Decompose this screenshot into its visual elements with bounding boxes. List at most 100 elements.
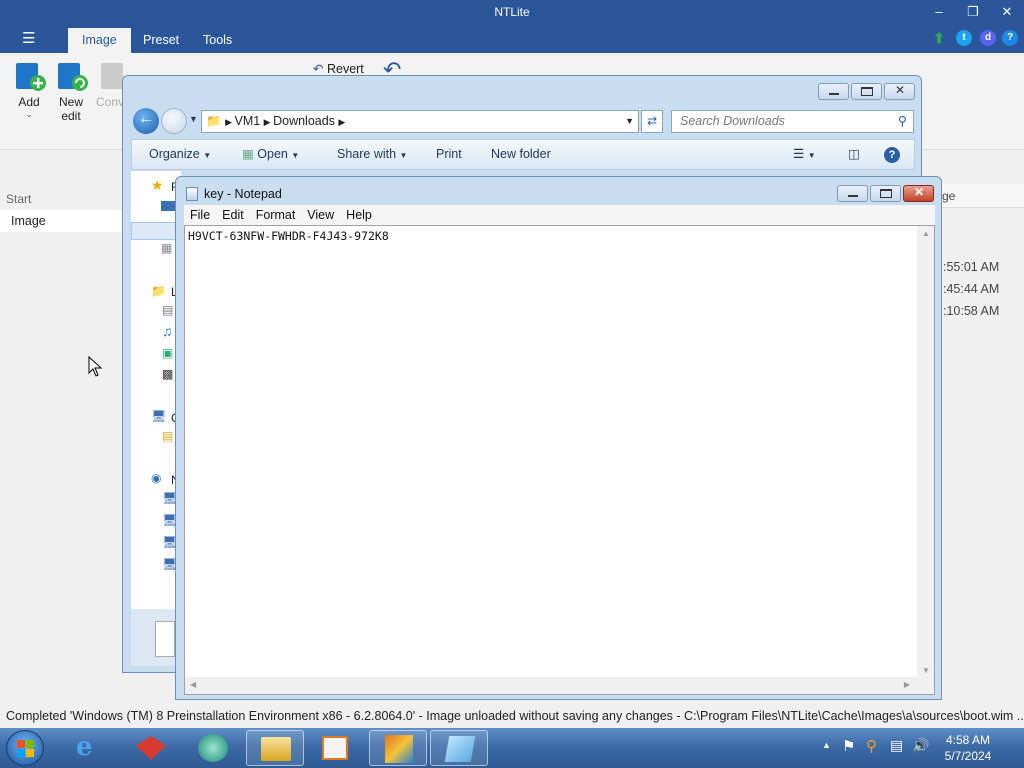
time-cell: :45:44 AM xyxy=(943,282,1000,296)
libraries-icon[interactable]: 📁 xyxy=(151,284,166,298)
explorer-close-button[interactable]: ✕ xyxy=(884,83,915,100)
tab-tools[interactable]: Tools xyxy=(189,28,246,53)
notepad-close-button[interactable]: ✕ xyxy=(903,185,934,202)
address-dropdown-icon[interactable]: ▼ xyxy=(625,111,634,132)
drive-icon[interactable]: ▤ xyxy=(162,429,173,443)
pictures-icon[interactable]: ▣ xyxy=(162,346,173,360)
menu-view[interactable]: View xyxy=(301,205,340,225)
organize-button[interactable]: Organize ▼ xyxy=(149,140,211,169)
scroll-down-icon[interactable]: ▼ xyxy=(922,666,930,675)
network-icon[interactable]: ◉ xyxy=(151,471,161,485)
ntlite-icon xyxy=(385,735,413,763)
taskbar-media-player[interactable] xyxy=(306,730,364,766)
notepad-window: key - Notepad ✕ File Edit Format View He… xyxy=(175,176,942,700)
recent-places-icon[interactable]: ▦ xyxy=(161,241,172,255)
volume-icon[interactable]: 🔊 xyxy=(912,737,929,754)
ntlite-left-panel: Start Image xyxy=(0,150,122,705)
desktop-icon[interactable] xyxy=(161,201,175,211)
breadcrumb-vm1[interactable]: VM1 xyxy=(234,114,260,128)
share-with-button[interactable]: Share with ▼ xyxy=(337,140,407,169)
recent-dropdown-icon[interactable]: ▼ xyxy=(189,114,198,124)
new-edit-button[interactable]: New edit xyxy=(51,61,91,123)
computer-icon[interactable]: 🖥 xyxy=(151,409,166,423)
new-folder-button[interactable]: New folder xyxy=(491,140,551,169)
taskbar-notepad[interactable] xyxy=(430,730,488,766)
action-center-flag-icon[interactable]: ⚑ xyxy=(842,737,855,755)
notepad-maximize-button[interactable] xyxy=(870,185,901,202)
help-icon[interactable]: ? xyxy=(1002,30,1018,46)
notepad-text-area[interactable]: H9VCT-63NFW-FWHDR-F4J43-972K8 ▲ ▼ ◀ ▶ xyxy=(184,225,935,695)
open-button[interactable]: ▦ Open ▼ xyxy=(242,140,299,169)
convert-icon xyxy=(95,61,125,91)
taskbar-ntlite[interactable] xyxy=(369,730,427,766)
menu-help[interactable]: Help xyxy=(340,205,378,225)
explorer-maximize-button[interactable] xyxy=(851,83,882,100)
back-button[interactable]: ← xyxy=(133,108,159,134)
print-button[interactable]: Print xyxy=(436,140,462,169)
green-app-icon xyxy=(198,734,228,762)
taskbar-internet-explorer[interactable]: e xyxy=(62,730,120,766)
notepad-content[interactable]: H9VCT-63NFW-FWHDR-F4J43-972K8 xyxy=(188,229,389,243)
explorer-minimize-button[interactable] xyxy=(818,83,849,100)
clock[interactable]: 4:58 AM 5/7/2024 xyxy=(936,732,1000,764)
folder-icon xyxy=(261,737,291,761)
twitter-icon[interactable]: t xyxy=(956,30,972,46)
favorites-star-icon[interactable]: ★ xyxy=(151,177,164,194)
nav-item-selected[interactable] xyxy=(131,222,181,240)
restore-button[interactable]: ❐ xyxy=(956,0,990,24)
add-button[interactable]: Add ⌄ xyxy=(9,61,49,120)
status-bar: Completed 'Windows (TM) 8 Preinstallatio… xyxy=(0,705,1024,727)
taskbar-app-green[interactable] xyxy=(184,730,242,766)
add-image-icon xyxy=(14,61,46,91)
minimize-button[interactable]: – xyxy=(922,0,956,24)
hamburger-menu-icon[interactable]: ☰ xyxy=(22,29,35,47)
time-cell: :55:01 AM xyxy=(943,260,1000,274)
menu-edit[interactable]: Edit xyxy=(216,205,250,225)
close-icon: ✕ xyxy=(914,185,925,199)
folder-icon: 📁 xyxy=(206,114,222,128)
ntlite-titlebar: NTLite – ❐ ✕ xyxy=(0,0,1024,24)
update-arrow-icon[interactable]: ⬆ xyxy=(931,30,947,46)
details-view-icon: ☰ xyxy=(793,147,805,161)
taskbar-app-red[interactable] xyxy=(122,730,180,766)
revert-button[interactable]: ↶ Revert xyxy=(313,61,364,76)
search-input[interactable]: Search Downloads ⚲ xyxy=(671,110,914,133)
menu-file[interactable]: File xyxy=(184,205,216,225)
refresh-button[interactable]: ⇄ xyxy=(641,110,663,133)
taskbar-explorer[interactable] xyxy=(246,730,304,766)
search-tray-icon[interactable]: ⚲ xyxy=(866,737,877,755)
network-tray-icon[interactable]: ▤ xyxy=(890,737,903,754)
start-button[interactable] xyxy=(6,730,44,766)
vertical-scrollbar[interactable]: ▲ ▼ xyxy=(917,226,934,678)
windows-logo-icon xyxy=(17,740,34,757)
tab-preset[interactable]: Preset xyxy=(129,28,193,53)
view-options-button[interactable]: ☰ ▼ xyxy=(793,140,816,169)
address-bar[interactable]: 📁 ▶ VM1 ▶ Downloads ▶ ▼ xyxy=(201,110,639,133)
media-player-icon xyxy=(322,736,348,760)
close-button[interactable]: ✕ xyxy=(990,0,1024,24)
column-header[interactable]: ge xyxy=(940,184,1024,208)
breadcrumb-downloads[interactable]: Downloads xyxy=(273,114,335,128)
sidebar-item-image[interactable]: Image xyxy=(0,210,122,232)
forward-button[interactable] xyxy=(161,108,187,134)
tab-image[interactable]: Image xyxy=(68,28,131,53)
music-icon[interactable]: ♫ xyxy=(162,323,173,339)
videos-icon[interactable]: ▩ xyxy=(162,367,173,381)
scroll-right-icon[interactable]: ▶ xyxy=(904,680,910,689)
help-button[interactable]: ? xyxy=(884,140,900,169)
documents-icon[interactable]: ▤ xyxy=(162,303,173,317)
red-app-icon xyxy=(136,736,166,760)
scroll-left-icon[interactable]: ◀ xyxy=(190,680,196,689)
discord-icon[interactable]: d xyxy=(980,30,996,46)
menu-format[interactable]: Format xyxy=(250,205,302,225)
scroll-up-icon[interactable]: ▲ xyxy=(922,229,930,238)
explorer-toolbar: Organize ▼ ▦ Open ▼ Share with ▼ Print N… xyxy=(131,139,915,170)
notepad-minimize-button[interactable] xyxy=(837,185,868,202)
preview-pane-button[interactable]: ◫ xyxy=(848,140,860,169)
show-hidden-icons-icon[interactable]: ▲ xyxy=(822,740,831,750)
revert-label: Revert xyxy=(326,62,364,76)
horizontal-scrollbar[interactable]: ◀ ▶ xyxy=(185,677,918,694)
chevron-down-icon: ⌄ xyxy=(25,109,33,119)
refresh-icon: ⇄ xyxy=(646,114,658,128)
file-thumbnail-icon xyxy=(155,621,175,657)
